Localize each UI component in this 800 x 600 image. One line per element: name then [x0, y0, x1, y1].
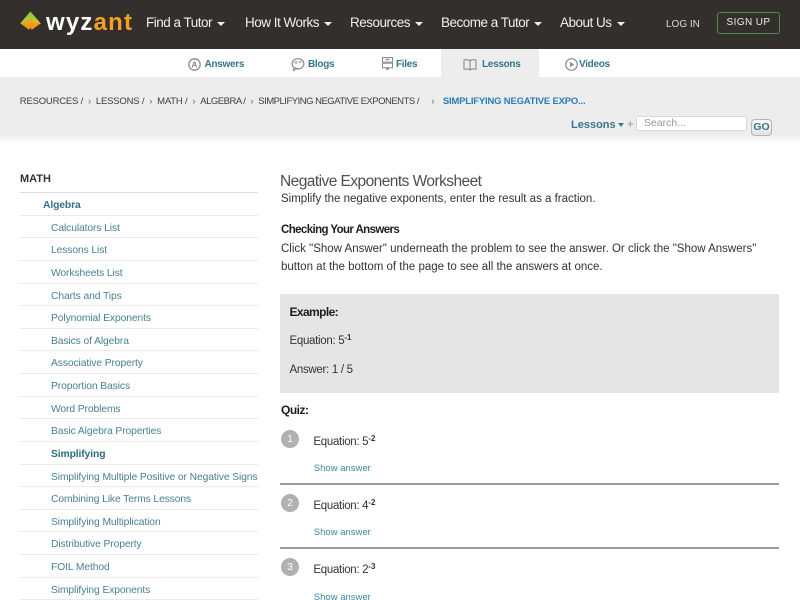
svg-text:“”: “”	[294, 60, 302, 69]
svg-text:A: A	[191, 59, 197, 69]
